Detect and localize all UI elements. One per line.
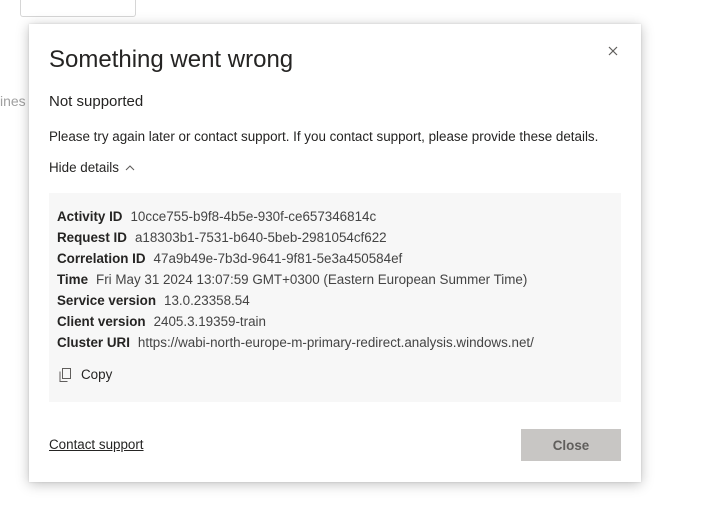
detail-row-request-id: Request ID a18303b1-7531-b640-5beb-298105…: [57, 227, 534, 248]
detail-key: Request ID: [57, 230, 127, 245]
detail-key: Service version: [57, 293, 157, 308]
error-message: Please try again later or contact suppor…: [49, 129, 599, 144]
background-input: [20, 0, 136, 17]
error-dialog: Something went wrong Not supported Pleas…: [29, 24, 641, 482]
detail-key: Client version: [57, 314, 146, 329]
close-button[interactable]: Close: [521, 429, 621, 461]
detail-value: https://wabi-north-europe-m-primary-redi…: [137, 335, 534, 350]
detail-value: 2405.3.19359-train: [153, 314, 266, 329]
details-list: Activity ID 10cce755-b9f8-4b5e-930f-ce657…: [57, 206, 534, 353]
detail-value: 13.0.23358.54: [164, 293, 250, 308]
detail-row-time: Time Fri May 31 2024 13:07:59 GMT+0300 (E…: [57, 269, 534, 290]
dialog-close-button[interactable]: [606, 44, 620, 58]
detail-row-activity-id: Activity ID 10cce755-b9f8-4b5e-930f-ce657…: [57, 206, 534, 227]
detail-row-cluster-uri: Cluster URI https://wabi-north-europe-m-p…: [57, 332, 534, 353]
contact-support-link[interactable]: Contact support: [49, 437, 144, 452]
background-partial-text: ines: [0, 93, 26, 109]
copy-icon: [59, 367, 71, 382]
detail-row-service-version: Service version 13.0.23358.54: [57, 290, 534, 311]
detail-value: 10cce755-b9f8-4b5e-930f-ce657346814c: [130, 209, 377, 224]
detail-value: Fri May 31 2024 13:07:59 GMT+0300 (Easte…: [96, 272, 528, 287]
detail-key: Cluster URI: [57, 335, 130, 350]
detail-value: 47a9b49e-7b3d-9641-9f81-5e3a450584ef: [153, 251, 403, 266]
toggle-label: Hide details: [49, 160, 119, 175]
copy-button[interactable]: Copy: [59, 367, 112, 382]
error-subtitle: Not supported: [49, 93, 144, 110]
close-icon: [608, 46, 618, 56]
copy-label: Copy: [81, 367, 113, 382]
hide-details-toggle[interactable]: Hide details: [49, 160, 135, 175]
chevron-up-icon: [125, 164, 135, 170]
detail-row-client-version: Client version 2405.3.19359-train: [57, 311, 534, 332]
detail-key: Time: [57, 272, 89, 287]
detail-key: Correlation ID: [57, 251, 146, 266]
dialog-title: Something went wrong: [49, 46, 294, 73]
detail-value: a18303b1-7531-b640-5beb-2981054cf622: [134, 230, 387, 245]
details-panel: Activity ID 10cce755-b9f8-4b5e-930f-ce657…: [49, 193, 621, 402]
detail-key: Activity ID: [57, 209, 123, 224]
detail-row-correlation-id: Correlation ID 47a9b49e-7b3d-9641-9f81-5e…: [57, 248, 534, 269]
